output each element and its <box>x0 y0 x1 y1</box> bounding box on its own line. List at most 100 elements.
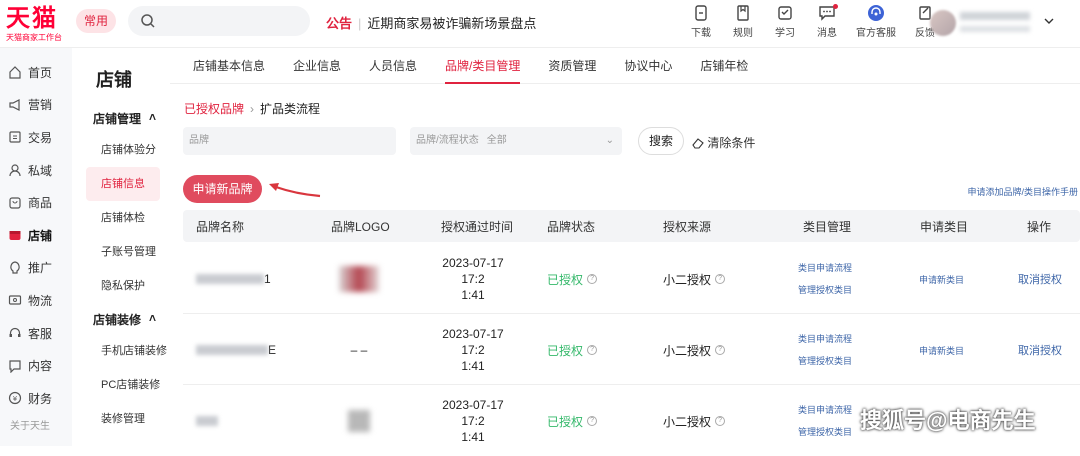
help-icon[interactable]: ? <box>715 416 726 426</box>
main-content: 店铺基本信息 企业信息 人员信息 品牌/类目管理 资质管理 协议中心 店铺年检 … <box>170 48 1080 446</box>
clear-filters-button[interactable]: 清除条件 <box>692 134 755 151</box>
breadcrumb: 已授权品牌 › 扩品类流程 <box>184 102 321 116</box>
learn-button[interactable]: 学习 <box>764 4 806 39</box>
download-icon <box>695 5 707 21</box>
auth-time-cell: 2023-07-17 17:2 1:41 <box>432 244 514 314</box>
status-badge: 已授权? <box>547 244 598 314</box>
apply-category-link[interactable]: 申请新类目 <box>919 315 964 385</box>
help-icon[interactable]: ? <box>715 345 726 355</box>
nav-item-label: 私域 <box>28 163 53 178</box>
group-store-management[interactable]: 店铺管理 ˄ <box>78 110 168 127</box>
search-input[interactable] <box>128 6 310 36</box>
common-button[interactable]: 常用 <box>76 9 116 33</box>
nav-item-label: 商品 <box>28 196 53 211</box>
col-auth-source: 授权来源 <box>663 219 712 234</box>
annotation-arrow <box>269 183 321 198</box>
tab-staff-info[interactable]: 人员信息 <box>355 48 431 83</box>
nav-item-trade[interactable]: 交易 <box>0 121 72 154</box>
operation-manual-link[interactable]: 申请添加品牌/类目操作手册 <box>967 185 1078 198</box>
breadcrumb-current[interactable]: 扩品类流程 <box>260 102 320 116</box>
nav-item-finance[interactable]: ¥ 财务 <box>0 382 72 415</box>
category-process-link[interactable]: 类目申请流程 <box>798 399 852 421</box>
manage-categories-link[interactable]: 管理授权类目 <box>798 421 852 443</box>
private-domain-icon <box>9 164 21 177</box>
brand-logo-image <box>348 410 370 432</box>
subnav-item-privacy[interactable]: 隐私保护 <box>78 269 168 303</box>
status-filter-select[interactable]: 品牌/流程状态 全部 ⌄ <box>410 127 622 155</box>
status-text: 已授权 <box>547 343 584 358</box>
breadcrumb-authorized-brands[interactable]: 已授权品牌 <box>184 102 244 116</box>
nav-item-promotion[interactable]: 推广 <box>0 252 72 285</box>
category-process-link[interactable]: 类目申请流程 <box>798 257 852 279</box>
help-icon[interactable]: ? <box>715 274 726 284</box>
svg-text:¥: ¥ <box>13 395 18 403</box>
auth-time-line2: 1:41 <box>461 359 485 373</box>
tab-agreements[interactable]: 协议中心 <box>610 48 686 83</box>
apply-category-link[interactable]: 申请新类目 <box>919 244 964 314</box>
tab-annual-check[interactable]: 店铺年检 <box>686 48 762 83</box>
download-button[interactable]: 下载 <box>680 4 722 39</box>
status-filter-value: 全部 <box>486 135 507 146</box>
tab-brand-category[interactable]: 品牌/类目管理 <box>431 48 534 84</box>
announcement-tag: 公告 <box>326 16 353 31</box>
nav-item-logistics[interactable]: 物流 <box>0 284 72 317</box>
nav-item-label: 物流 <box>28 293 53 308</box>
subnav-item-store-check[interactable]: 店铺体检 <box>78 201 168 235</box>
category-management-cell: 类目申请流程 管理授权类目 <box>795 315 855 385</box>
logistics-icon <box>8 295 22 306</box>
search-button[interactable]: 搜索 <box>638 127 684 155</box>
rules-button[interactable]: 规则 <box>722 4 764 39</box>
nav-item-label: 推广 <box>28 261 53 276</box>
manage-categories-link[interactable]: 管理授权类目 <box>798 350 852 372</box>
customer-service-button[interactable]: 官方客服 <box>848 4 904 39</box>
brand-name-cell: E <box>196 315 276 385</box>
category-process-link[interactable]: 类目申请流程 <box>798 328 852 350</box>
col-brand-name: 品牌名称 <box>196 219 245 234</box>
nav-item-label: 首页 <box>28 65 53 80</box>
brand-filter-input[interactable]: 品牌 <box>183 127 396 155</box>
nav-item-product[interactable]: 商品 <box>0 186 72 219</box>
nav-item-service[interactable]: 客服 <box>0 317 72 350</box>
top-bar: 天猫 天猫商家工作台 常用 公告 | 近期商家易被诈骗新场景盘点 下载 规则 学习 … <box>0 0 1080 48</box>
tab-company-info[interactable]: 企业信息 <box>279 48 355 83</box>
learn-label: 学习 <box>775 28 795 39</box>
user-id-redacted <box>960 26 1030 32</box>
subnav-item-mobile-decoration[interactable]: 手机店铺装修 <box>78 334 168 368</box>
product-icon <box>9 197 21 209</box>
tmall-logo[interactable]: 天猫 天猫商家工作台 <box>6 6 62 43</box>
learn-icon <box>778 6 792 20</box>
apply-new-brand-button[interactable]: 申请新品牌 <box>183 175 262 203</box>
revoke-authorization-link[interactable]: 取消授权 <box>1018 244 1062 314</box>
secondary-sidebar: 店铺 店铺管理 ˄ 店铺体验分 店铺信息 店铺体检 子账号管理 隐私保护 店铺装修… <box>78 48 168 446</box>
subnav-item-experience-score[interactable]: 店铺体验分 <box>78 133 168 167</box>
announcement[interactable]: 公告 | 近期商家易被诈骗新场景盘点 <box>326 13 536 32</box>
tab-basic-info[interactable]: 店铺基本信息 <box>179 48 279 83</box>
group-store-decoration[interactable]: 店铺装修 ˄ <box>78 311 168 328</box>
revoke-authorization-link[interactable]: 取消授权 <box>1018 315 1062 385</box>
manage-categories-link[interactable]: 管理授权类目 <box>798 279 852 301</box>
nav-item-label: 财务 <box>28 391 53 406</box>
nav-item-label: 店铺 <box>28 228 53 243</box>
nav-item-private-domain[interactable]: 私域 <box>0 154 72 187</box>
col-category-management: 类目管理 <box>803 219 852 234</box>
message-button[interactable]: 消息 <box>806 4 848 39</box>
about-link[interactable]: 关于天生 <box>0 417 72 432</box>
nav-item-marketing[interactable]: 营销 <box>0 89 72 122</box>
subnav-item-sub-accounts[interactable]: 子账号管理 <box>78 235 168 269</box>
brand-logo-cell <box>331 244 387 314</box>
user-menu[interactable] <box>930 8 1060 38</box>
help-icon[interactable]: ? <box>587 416 598 426</box>
tab-qualifications[interactable]: 资质管理 <box>534 48 610 83</box>
help-icon[interactable]: ? <box>587 274 598 284</box>
nav-item-content[interactable]: 内容 <box>0 349 72 382</box>
header-tools: 下载 规则 学习 消息 官方客服 反馈 <box>680 4 946 39</box>
subnav-item-store-info[interactable]: 店铺信息 <box>86 167 160 201</box>
announcement-text[interactable]: 近期商家易被诈骗新场景盘点 <box>367 16 536 31</box>
help-icon[interactable]: ? <box>587 345 598 355</box>
nav-item-home[interactable]: 首页 <box>0 56 72 89</box>
logo-subtitle: 天猫商家工作台 <box>6 33 62 42</box>
subnav-item-pc-decoration[interactable]: PC店铺装修 <box>78 368 168 402</box>
nav-item-store[interactable]: 店铺 <box>0 219 72 252</box>
subnav-item-decoration-management[interactable]: 装修管理 <box>78 402 168 436</box>
avatar <box>930 10 956 36</box>
